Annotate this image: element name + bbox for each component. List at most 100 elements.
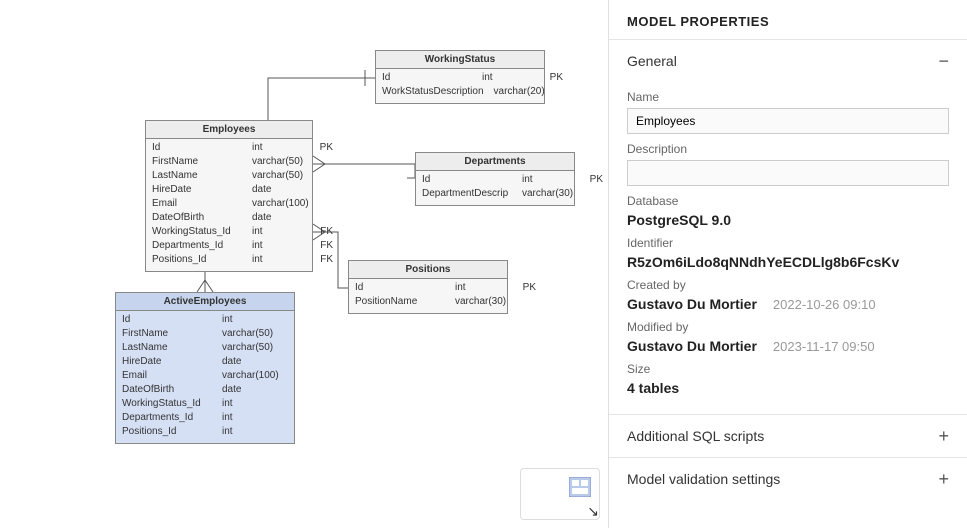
column-type: varchar(50): [252, 169, 307, 183]
column-name: LastName: [122, 341, 212, 355]
column-type: int: [252, 253, 307, 267]
column-row: DateOfBirth date: [122, 383, 288, 397]
column-type: int: [222, 313, 277, 327]
column-key: [317, 197, 335, 211]
column-row: Departments_Id int: [122, 411, 288, 425]
column-row: FirstName varchar(50): [122, 327, 288, 341]
section-heading-label: General: [627, 53, 677, 69]
table-title: WorkingStatus: [376, 51, 544, 69]
column-name: Email: [152, 197, 242, 211]
table-departments[interactable]: Departments IdintPKDepartmentDescripvarc…: [415, 152, 575, 206]
table-employees[interactable]: Employees IdintPKFirstNamevarchar(50)Las…: [145, 120, 313, 272]
column-key: [315, 155, 333, 169]
column-key: [315, 169, 333, 183]
column-type: varchar(50): [252, 155, 307, 169]
column-name: FirstName: [122, 327, 212, 341]
column-key: [315, 183, 333, 197]
table-positions[interactable]: Positions IdintPKPositionNamevarchar(30): [348, 260, 508, 314]
created-at-value: 2022-10-26 09:10: [773, 297, 876, 312]
column-row: WorkStatusDescriptionvarchar(20): [382, 85, 538, 99]
column-name: Id: [422, 173, 512, 187]
column-type: int: [222, 397, 277, 411]
column-type: date: [252, 211, 307, 225]
column-key: [557, 85, 575, 99]
column-row: WorkingStatus_Id int: [122, 397, 288, 411]
name-input[interactable]: [627, 108, 949, 134]
identifier-value: R5zOm6iLdo8qNNdhYeECDLlg8b6FcsKv: [627, 254, 949, 270]
size-value: 4 tables: [627, 380, 949, 396]
identifier-label: Identifier: [627, 236, 949, 250]
column-key: PK: [585, 173, 603, 187]
diagram-canvas[interactable]: WorkingStatus IdintPKWorkStatusDescripti…: [0, 0, 608, 528]
column-row: Positions_IdintFK: [152, 253, 306, 267]
minimap-panel[interactable]: ↘: [520, 468, 600, 520]
database-label: Database: [627, 194, 949, 208]
column-type: int: [222, 425, 277, 439]
properties-sidebar: MODEL PROPERTIES General − Name Descript…: [608, 0, 967, 528]
section-header-validation[interactable]: Model validation settings +: [609, 458, 967, 500]
database-value: PostgreSQL 9.0: [627, 212, 949, 228]
column-row: IdintPK: [382, 71, 538, 85]
column-type: varchar(20): [494, 85, 549, 99]
view-activeemployees[interactable]: ActiveEmployees IdintFirstNamevarchar(50…: [115, 292, 295, 444]
column-name: WorkStatusDescription: [382, 85, 484, 99]
section-validation: Model validation settings +: [609, 457, 967, 500]
section-header-additional-sql[interactable]: Additional SQL scripts +: [609, 415, 967, 457]
column-key: FK: [315, 253, 333, 267]
column-name: DateOfBirth: [122, 383, 212, 397]
modified-by-label: Modified by: [627, 320, 949, 334]
column-row: LastNamevarchar(50): [152, 169, 306, 183]
section-heading-label: Additional SQL scripts: [627, 428, 764, 444]
description-label: Description: [627, 142, 949, 156]
column-row: Idint: [122, 313, 288, 327]
column-key: [285, 313, 303, 327]
table-columns: IdintPKWorkStatusDescriptionvarchar(20): [376, 69, 544, 103]
column-name: WorkingStatus_Id: [152, 225, 242, 239]
column-row: PositionNamevarchar(30): [355, 295, 501, 309]
column-type: int: [455, 281, 510, 295]
column-type: varchar(50): [222, 327, 277, 341]
sidebar-title: MODEL PROPERTIES: [609, 0, 967, 39]
column-row: IdintPK: [152, 141, 306, 155]
column-name: Positions_Id: [122, 425, 212, 439]
column-name: DateOfBirth: [152, 211, 242, 225]
table-columns: IdintPKDepartmentDescripvarchar(30): [416, 171, 574, 205]
table-title: Departments: [416, 153, 574, 171]
column-key: [285, 425, 303, 439]
table-workingstatus[interactable]: WorkingStatus IdintPKWorkStatusDescripti…: [375, 50, 545, 104]
table-columns: IdintPKFirstNamevarchar(50)LastNamevarch…: [146, 139, 312, 271]
column-key: [285, 327, 303, 341]
column-type: date: [222, 383, 277, 397]
modified-by-value: Gustavo Du Mortier: [627, 338, 757, 354]
column-name: HireDate: [122, 355, 212, 369]
description-input[interactable]: [627, 160, 949, 186]
column-row: IdintPK: [355, 281, 501, 295]
name-label: Name: [627, 90, 949, 104]
column-row: Email varchar(100): [122, 369, 288, 383]
column-row: Positions_Id int: [122, 425, 288, 439]
section-additional-sql: Additional SQL scripts +: [609, 414, 967, 457]
column-name: WorkingStatus_Id: [122, 397, 212, 411]
column-name: Email: [122, 369, 212, 383]
column-key: [285, 383, 303, 397]
size-label: Size: [627, 362, 949, 376]
column-name: DepartmentDescrip: [422, 187, 512, 201]
resize-arrow-icon: ↘: [587, 503, 599, 520]
column-type: int: [252, 141, 307, 155]
column-key: [285, 411, 303, 425]
column-row: LastNamevarchar(50): [122, 341, 288, 355]
section-heading-label: Model validation settings: [627, 471, 780, 487]
column-type: varchar(30): [522, 187, 577, 201]
collapse-icon: −: [938, 52, 949, 70]
column-type: int: [222, 411, 277, 425]
column-name: Id: [382, 71, 472, 85]
column-name: Id: [122, 313, 212, 327]
column-key: PK: [545, 71, 563, 85]
column-key: [285, 355, 303, 369]
column-name: Departments_Id: [122, 411, 212, 425]
column-name: Id: [152, 141, 242, 155]
created-by-label: Created by: [627, 278, 949, 292]
column-row: FirstNamevarchar(50): [152, 155, 306, 169]
section-header-general[interactable]: General −: [609, 40, 967, 82]
column-type: varchar(100): [222, 369, 279, 383]
